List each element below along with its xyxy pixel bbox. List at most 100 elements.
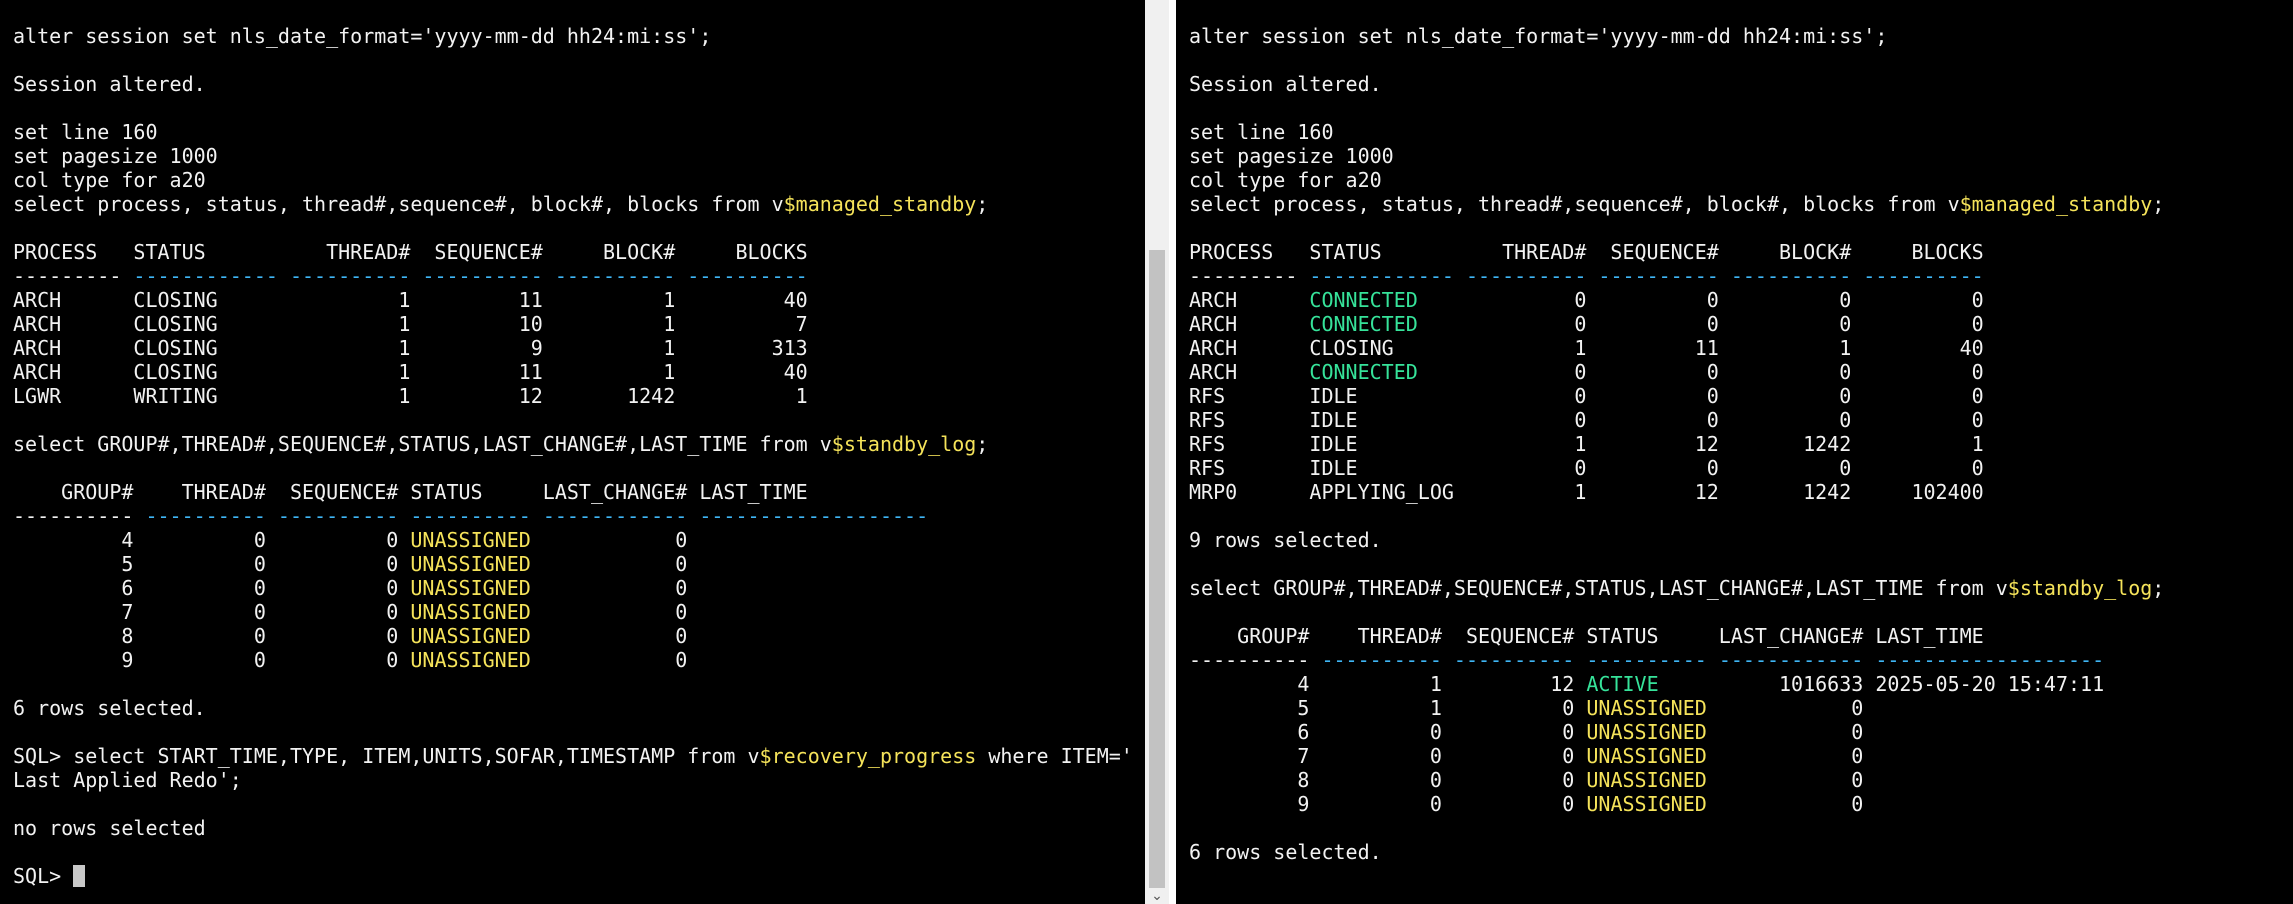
terminal-text: LGWR WRITING 1 12 1242 1: [13, 384, 808, 408]
terminal-text: ARCH CLOSING 1 11 1 40: [1189, 336, 1984, 360]
terminal-text: 6 0 0: [1189, 720, 1587, 744]
terminal-text: UNASSIGNED: [1586, 696, 1707, 720]
terminal-line: set line 160: [1189, 120, 2293, 144]
terminal-text: ACTIVE: [1586, 672, 1659, 696]
terminal-line: MRP0 APPLYING_LOG 1 12 1242 102400: [1189, 480, 2293, 504]
terminal-text: CONNECTED: [1309, 312, 1418, 336]
terminal-text: 7 0 0: [1189, 744, 1587, 768]
terminal-text: $standby_log: [831, 432, 977, 456]
terminal-text: 6 0 0: [13, 576, 411, 600]
terminal-text: 0 0 0 0: [1417, 360, 1984, 384]
terminal-text: ;: [2152, 192, 2165, 216]
terminal-text: ARCH CLOSING 1 10 1 7: [13, 312, 808, 336]
terminal-text: alter session set nls_date_format='yyyy-…: [13, 24, 712, 48]
terminal-text: select GROUP#,THREAD#,SEQUENCE#,STATUS,L…: [1189, 576, 2008, 600]
terminal-text: ARCH CLOSING 1 11 1 40: [13, 360, 808, 384]
terminal-text: PROCESS STATUS THREAD# SEQUENCE# BLOCK# …: [1189, 240, 1984, 264]
terminal-text: 0: [1706, 744, 1864, 768]
terminal-line: 9 0 0 UNASSIGNED 0: [13, 648, 1145, 672]
terminal-text: UNASSIGNED: [1586, 744, 1707, 768]
left-terminal-scrollbar[interactable]: ⌄: [1145, 0, 1169, 904]
terminal-text: 4 0 0: [13, 528, 411, 552]
terminal-line: SQL>: [13, 864, 1145, 888]
right-terminal-output[interactable]: alter session set nls_date_format='yyyy-…: [1176, 0, 2293, 864]
terminal-line: 6 0 0 UNASSIGNED 0: [1189, 720, 2293, 744]
terminal-text: $recovery_progress: [759, 744, 977, 768]
terminal-text: 8 0 0: [13, 624, 411, 648]
terminal-text: GROUP# THREAD# SEQUENCE# STATUS LAST_CHA…: [1189, 624, 1984, 648]
terminal-text: UNASSIGNED: [1586, 768, 1707, 792]
terminal-text: ----------: [13, 504, 134, 528]
terminal-line: select GROUP#,THREAD#,SEQUENCE#,STATUS,L…: [1189, 576, 2293, 600]
terminal-text: 5 1 0: [1189, 696, 1587, 720]
terminal-text: 0: [530, 528, 688, 552]
terminal-line: 7 0 0 UNASSIGNED 0: [13, 600, 1145, 624]
terminal-line: 9 rows selected.: [1189, 528, 2293, 552]
terminal-text: 7 0 0: [13, 600, 411, 624]
right-terminal-pane[interactable]: alter session set nls_date_format='yyyy-…: [1176, 0, 2293, 904]
terminal-text: select process, status, thread#,sequence…: [1189, 192, 1960, 216]
terminal-text: 0: [530, 600, 688, 624]
terminal-line: col type for a20: [13, 168, 1145, 192]
terminal-text: ARCH CLOSING 1 9 1 313: [13, 336, 808, 360]
terminal-text: 0: [1706, 768, 1864, 792]
terminal-text: ;: [976, 192, 989, 216]
terminal-text: RFS IDLE 0 0 0 0: [1189, 408, 1984, 432]
terminal-line: ARCH CLOSING 1 9 1 313: [13, 336, 1145, 360]
terminal-line: select GROUP#,THREAD#,SEQUENCE#,STATUS,L…: [13, 432, 1145, 456]
terminal-line: GROUP# THREAD# SEQUENCE# STATUS LAST_CHA…: [13, 480, 1145, 504]
terminal-line: RFS IDLE 0 0 0 0: [1189, 456, 2293, 480]
terminal-line: PROCESS STATUS THREAD# SEQUENCE# BLOCK# …: [13, 240, 1145, 264]
terminal-text: GROUP# THREAD# SEQUENCE# STATUS LAST_CHA…: [13, 480, 808, 504]
terminal-line: 5 0 0 UNASSIGNED 0: [13, 552, 1145, 576]
terminal-line: GROUP# THREAD# SEQUENCE# STATUS LAST_CHA…: [1189, 624, 2293, 648]
terminal-line: col type for a20: [1189, 168, 2293, 192]
terminal-line: PROCESS STATUS THREAD# SEQUENCE# BLOCK# …: [1189, 240, 2293, 264]
terminal-line: 8 0 0 UNASSIGNED 0: [13, 624, 1145, 648]
terminal-text: $managed_standby: [783, 192, 977, 216]
terminal-text: 5 0 0: [13, 552, 411, 576]
terminal-text: UNASSIGNED: [1586, 792, 1707, 816]
terminal-text: 0: [530, 648, 688, 672]
terminal-text: 1016633 2025-05-20 15:47:11: [1658, 672, 2105, 696]
terminal-text: UNASSIGNED: [410, 576, 531, 600]
terminal-text: ---------- ---------- ---------- -------…: [133, 504, 929, 528]
terminal-line: set line 160: [13, 120, 1145, 144]
terminal-text: ;: [2152, 576, 2165, 600]
pane-divider: [1169, 0, 1176, 904]
terminal-text: 4 1 12: [1189, 672, 1587, 696]
terminal-text: set line 160: [1189, 120, 1334, 144]
scroll-down-arrow-icon[interactable]: ⌄: [1145, 888, 1169, 904]
terminal-text: ---------: [13, 264, 122, 288]
terminal-text: 8 0 0: [1189, 768, 1587, 792]
terminal-text: 0: [530, 552, 688, 576]
terminal-text: $managed_standby: [1959, 192, 2153, 216]
terminal-text: no rows selected: [13, 816, 206, 840]
terminal-text: CONNECTED: [1309, 360, 1418, 384]
left-terminal-pane[interactable]: alter session set nls_date_format='yyyy-…: [0, 0, 1145, 904]
terminal-text: 6 rows selected.: [13, 696, 206, 720]
terminal-line: alter session set nls_date_format='yyyy-…: [13, 24, 1145, 48]
terminal-text: col type for a20: [13, 168, 206, 192]
terminal-line: ARCH CONNECTED 0 0 0 0: [1189, 360, 2293, 384]
terminal-text: UNASSIGNED: [410, 648, 531, 672]
terminal-line: --------- ------------ ---------- ------…: [13, 264, 1145, 288]
scrollbar-thumb[interactable]: [1149, 250, 1165, 888]
terminal-line: Session altered.: [13, 72, 1145, 96]
terminal-line: set pagesize 1000: [1189, 144, 2293, 168]
terminal-text: SQL>: [13, 864, 74, 888]
left-terminal-output[interactable]: alter session set nls_date_format='yyyy-…: [0, 0, 1145, 888]
terminal-line: SQL> select START_TIME,TYPE, ITEM,UNITS,…: [13, 744, 1145, 768]
terminal-text: select GROUP#,THREAD#,SEQUENCE#,STATUS,L…: [13, 432, 832, 456]
terminal-text: 0: [1706, 696, 1864, 720]
terminal-text: Session altered.: [13, 72, 206, 96]
terminal-line: ARCH CLOSING 1 11 1 40: [13, 288, 1145, 312]
terminal-text: RFS IDLE 1 12 1242 1: [1189, 432, 1984, 456]
